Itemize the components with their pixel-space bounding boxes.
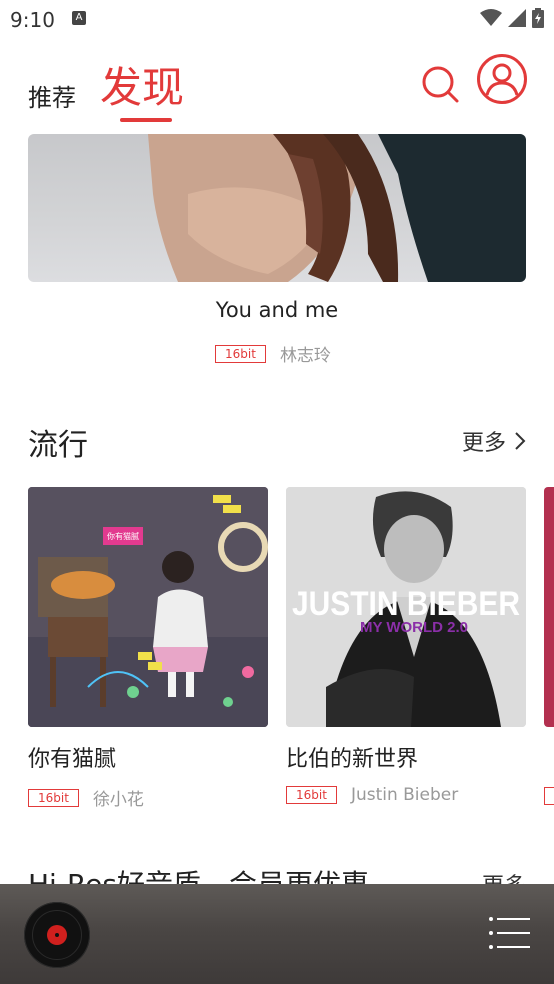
battery-icon [532,8,544,28]
disc-hole [55,933,59,937]
album-artist: 徐小花 [92,790,144,810]
vinyl-disc-icon[interactable] [24,902,90,968]
top-header: 推荐 发现 [0,40,554,135]
quality-badge: 16bit [286,786,337,804]
section-title: 流行 [28,428,88,463]
album-card[interactable]: JUSTIN BIEBER MY WORLD 2.0 比伯的新世界 16bit … [286,487,526,805]
quality-badge-partial [544,787,554,805]
notification-icon: A [72,11,86,25]
status-time: 9:10 [10,8,55,32]
album-meta: 16bit Justin Bieber [286,785,458,805]
quality-badge: 16bit [215,344,266,363]
more-button[interactable]: 更多 [462,425,526,457]
album-artist: Justin Bieber [350,785,459,805]
wifi-icon [480,9,502,26]
search-button[interactable] [420,64,460,104]
chevron-right-icon [515,432,526,450]
status-bar: 9:10 A [0,0,554,38]
hero-title[interactable]: You and me [0,298,554,322]
profile-button[interactable] [476,53,528,105]
album-cover-art: 你有猫腻 [28,487,268,727]
mini-player-bar[interactable] [0,884,554,984]
album-cover-image[interactable]: JUSTIN BIEBER MY WORLD 2.0 [286,487,526,727]
album-card[interactable]: 你有猫腻 你有猫腻 16bit 徐小花 [28,487,268,810]
signal-icon [508,9,526,27]
hero-photo [148,134,526,282]
tab-discover[interactable]: 发现 [100,54,184,115]
user-avatar-icon [477,54,527,104]
cover-text: 你有猫腻 [107,531,139,541]
search-icon [422,66,459,103]
playlist-icon [489,917,530,949]
more-label: 更多 [461,431,506,456]
album-cover-art: JUSTIN BIEBER MY WORLD 2.0 [286,487,526,727]
tab-recommend[interactable]: 推荐 [28,78,76,113]
active-tab-indicator [120,118,172,122]
cover-subtitle-text: MY WORLD 2.0 [360,619,468,636]
hero-artist: 林志玲 [279,346,331,366]
album-title[interactable]: 你有猫腻 [28,741,116,773]
playlist-button[interactable] [488,916,530,950]
quality-badge: 16bit [28,788,79,807]
album-meta: 16bit 徐小花 [28,785,144,810]
cover-title-text: JUSTIN BIEBER [292,585,520,623]
hero-banner-image[interactable] [28,134,526,282]
album-title[interactable]: 比伯的新世界 [286,741,418,773]
system-icons [480,8,544,28]
album-cover-image[interactable]: 你有猫腻 [28,487,268,727]
album-cover-partial[interactable] [544,487,554,727]
hero-meta: 16bit 林志玲 [215,341,331,366]
